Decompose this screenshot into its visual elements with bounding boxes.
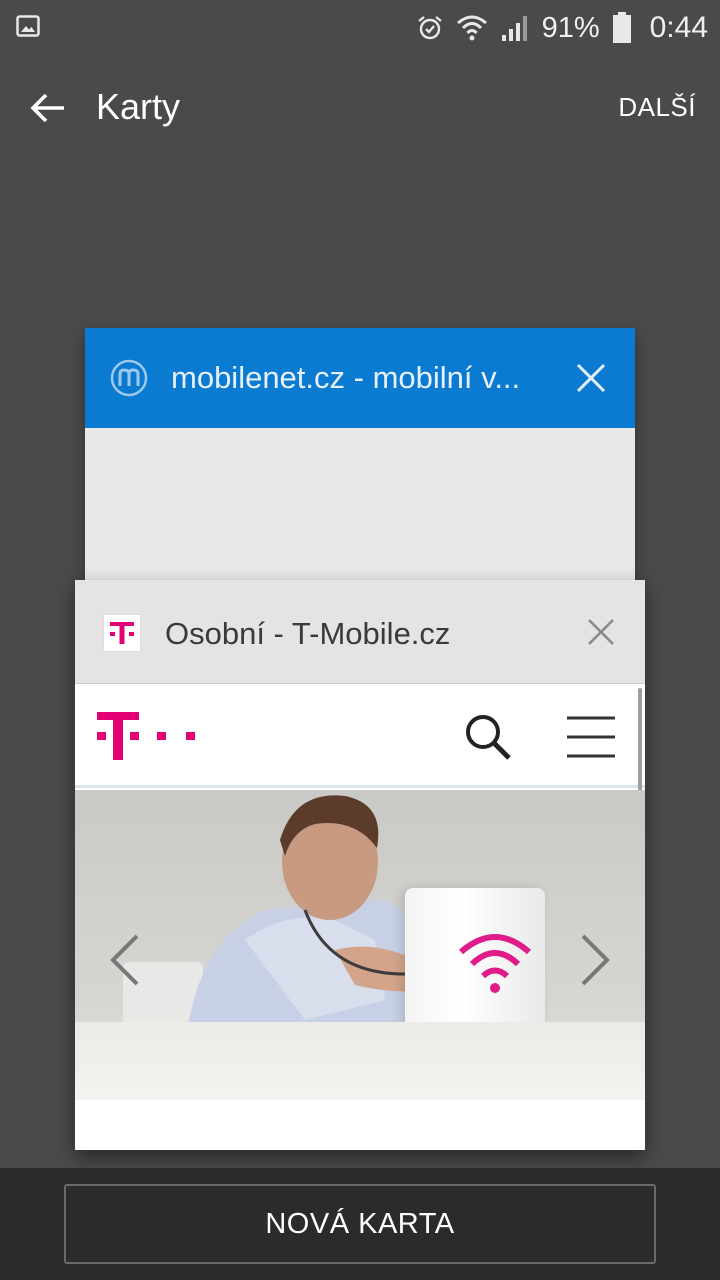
site-header (75, 684, 645, 788)
app-bar: Karty DALŠÍ (0, 56, 720, 160)
gallery-icon (16, 15, 40, 37)
status-indicators: 91% 0:44 (416, 8, 708, 48)
table-surface (75, 1022, 645, 1100)
tab-title: Osobní - T-Mobile.cz (165, 616, 451, 651)
close-tab-icon[interactable] (573, 360, 609, 396)
tab-header: mobilenet.cz - mobilní v... (85, 328, 635, 428)
hero-banner[interactable] (75, 790, 645, 1100)
tabs-screen: 91% 0:44 Karty DALŠÍ mobilenet.cz - mobi… (0, 0, 720, 1280)
arrow-back-icon (30, 93, 64, 123)
bottom-bar: NOVÁ KARTA (0, 1168, 720, 1280)
status-bar: 91% 0:44 (0, 0, 720, 56)
tab-card-t-mobile[interactable]: Osobní - T-Mobile.cz (75, 580, 645, 1150)
search-icon[interactable] (461, 710, 513, 762)
mobilenet-favicon-icon (110, 359, 148, 397)
page-preview (75, 684, 645, 1150)
clock: 0:44 (649, 11, 708, 44)
chevron-left-icon[interactable] (105, 930, 145, 990)
close-tab-icon[interactable] (585, 616, 617, 648)
hamburger-menu-icon[interactable] (565, 714, 617, 760)
new-tab-button[interactable]: NOVÁ KARTA (64, 1184, 656, 1264)
tab-title: mobilenet.cz - mobilní v... (171, 360, 521, 395)
tab-header: Osobní - T-Mobile.cz (75, 580, 645, 684)
signal-icon (501, 16, 527, 41)
wifi-logo-icon (459, 934, 531, 993)
t-mobile-logo-icon (97, 712, 195, 760)
page-title: Karty (96, 86, 181, 127)
wifi-icon (456, 15, 487, 41)
chevron-right-icon[interactable] (575, 930, 615, 990)
back-button[interactable] (22, 84, 74, 132)
more-button[interactable]: DALŠÍ (618, 92, 696, 123)
battery-percent: 91% (541, 11, 600, 44)
t-mobile-favicon-icon (103, 614, 141, 652)
alarm-icon (417, 16, 442, 40)
battery-icon (612, 12, 631, 43)
